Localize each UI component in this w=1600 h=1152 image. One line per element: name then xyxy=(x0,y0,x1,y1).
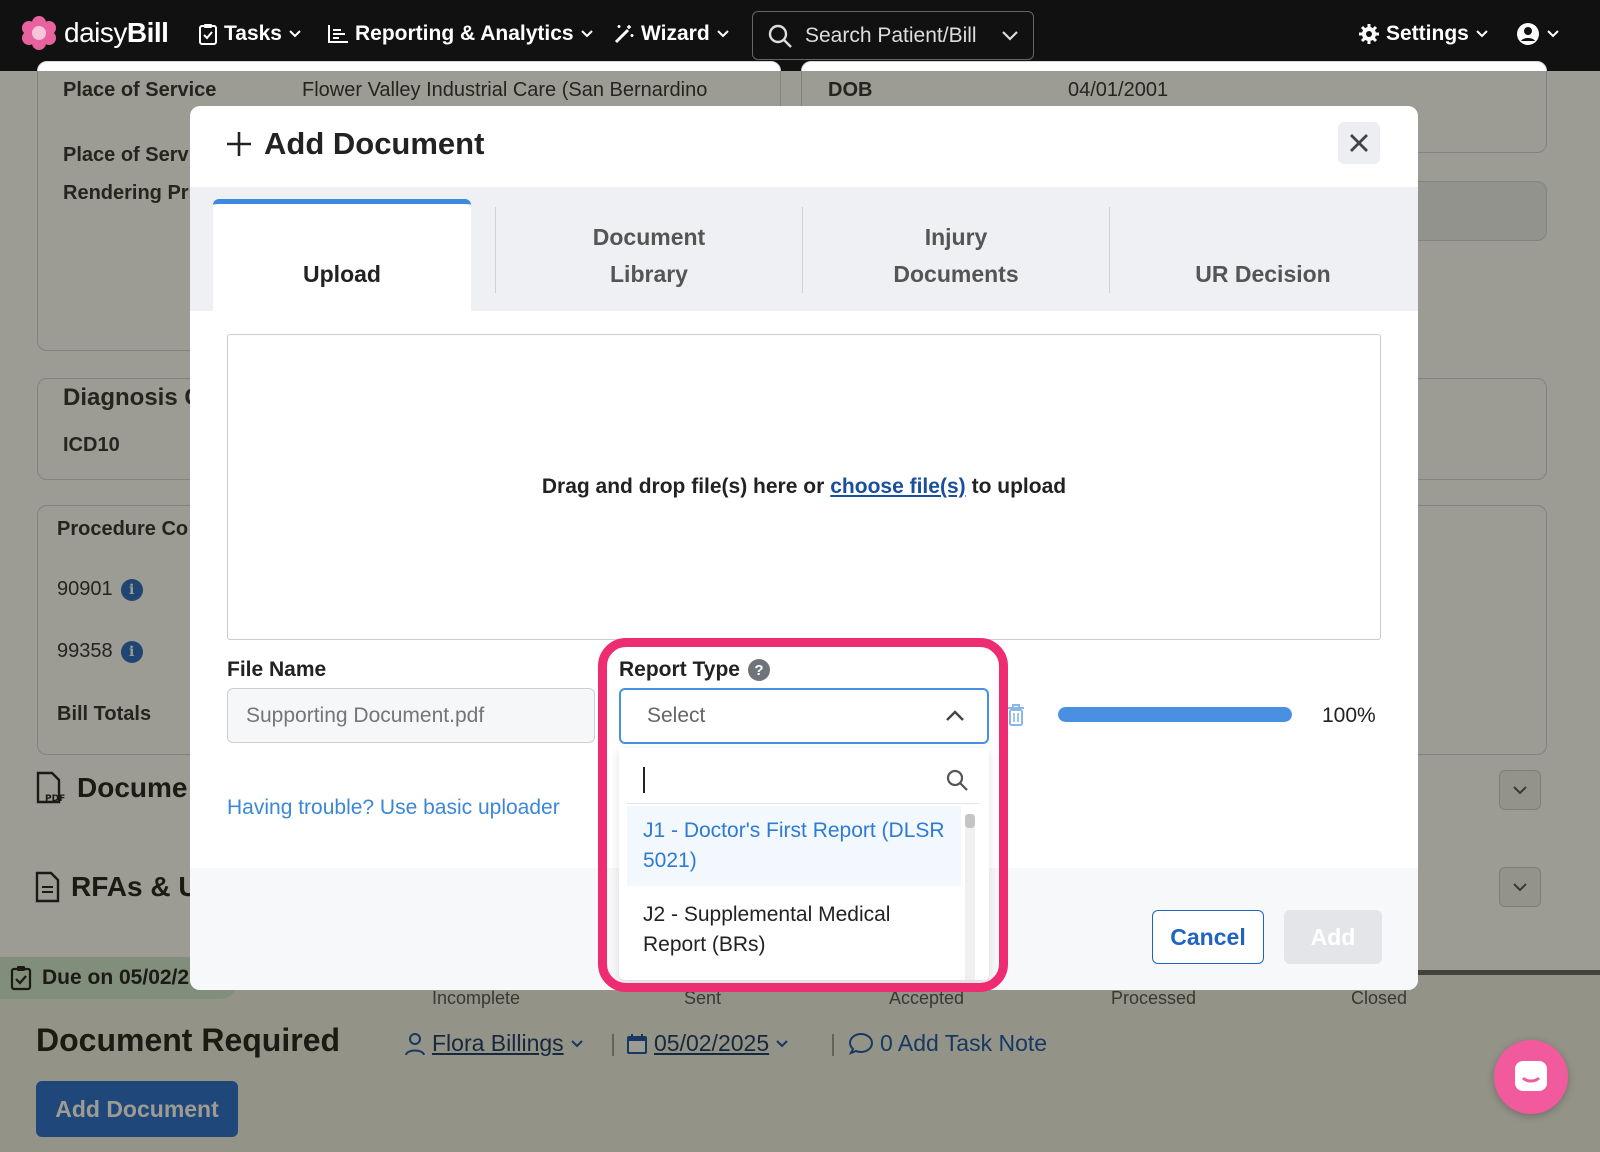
tab-injury-documents[interactable]: Injury Documents xyxy=(803,199,1109,311)
tab-upload[interactable]: Upload xyxy=(213,199,471,311)
choose-files-link[interactable]: choose file(s) xyxy=(830,475,965,499)
chevron-down-icon xyxy=(1476,30,1488,38)
patient-search[interactable]: Search Patient/Bill xyxy=(752,11,1034,60)
chevron-down-icon xyxy=(289,30,301,38)
file-name-label: File Name xyxy=(227,658,327,681)
chart-icon xyxy=(328,25,348,43)
nav-reporting[interactable]: Reporting & Analytics xyxy=(327,22,594,46)
close-button[interactable] xyxy=(1338,122,1380,164)
chat-button[interactable] xyxy=(1494,1040,1568,1114)
clipboard-icon xyxy=(199,24,217,45)
gear-icon xyxy=(1359,24,1379,44)
tab-document-library[interactable]: Document Library xyxy=(496,199,802,311)
nav-wizard-label: Wizard xyxy=(641,22,710,45)
modal-title: Add Document xyxy=(226,126,484,162)
upload-progress-text: 100% xyxy=(1322,704,1376,727)
daisy-logo-icon xyxy=(22,16,56,50)
upload-progress-fill xyxy=(1058,707,1292,722)
chevron-down-icon xyxy=(580,30,593,38)
annotation-highlight xyxy=(598,638,1008,992)
nav-settings-label: Settings xyxy=(1386,22,1469,45)
upload-progress-bar xyxy=(1058,707,1292,722)
nav-wizard[interactable]: Wizard xyxy=(613,22,730,46)
search-icon xyxy=(768,24,792,48)
chevron-down-icon xyxy=(1547,30,1559,38)
chat-icon xyxy=(1515,1061,1547,1091)
chevron-down-icon xyxy=(716,30,729,38)
nav-reporting-label: Reporting & Analytics xyxy=(355,22,574,45)
tab-ur-decision[interactable]: UR Decision xyxy=(1110,199,1416,311)
nav-settings[interactable]: Settings xyxy=(1358,22,1489,46)
dropzone-suffix: to upload xyxy=(971,475,1067,498)
dropzone-text: Drag and drop file(s) here or xyxy=(541,475,825,498)
magic-wand-icon xyxy=(614,25,634,44)
file-dropzone[interactable]: Drag and drop file(s) here or choose fil… xyxy=(227,334,1381,640)
trash-icon[interactable] xyxy=(1006,703,1026,727)
basic-uploader-link[interactable]: Having trouble? Use basic uploader xyxy=(227,796,560,820)
add-button[interactable]: Add xyxy=(1284,910,1382,964)
logo[interactable]: daisyBill xyxy=(22,16,169,50)
nav-tasks[interactable]: Tasks xyxy=(198,22,302,46)
plus-icon xyxy=(227,132,251,156)
user-avatar-icon xyxy=(1517,23,1539,45)
chevron-down-icon xyxy=(1002,30,1018,41)
user-menu[interactable] xyxy=(1516,22,1560,46)
search-placeholder: Search Patient/Bill xyxy=(805,23,977,47)
brand-name: daisyBill xyxy=(64,17,169,48)
tab-bar: Upload Document Library Injury Documents U… xyxy=(190,187,1418,311)
close-icon xyxy=(1350,134,1368,152)
nav-tasks-label: Tasks xyxy=(224,22,282,45)
file-name-input[interactable] xyxy=(227,688,595,743)
cancel-button[interactable]: Cancel xyxy=(1152,910,1264,964)
